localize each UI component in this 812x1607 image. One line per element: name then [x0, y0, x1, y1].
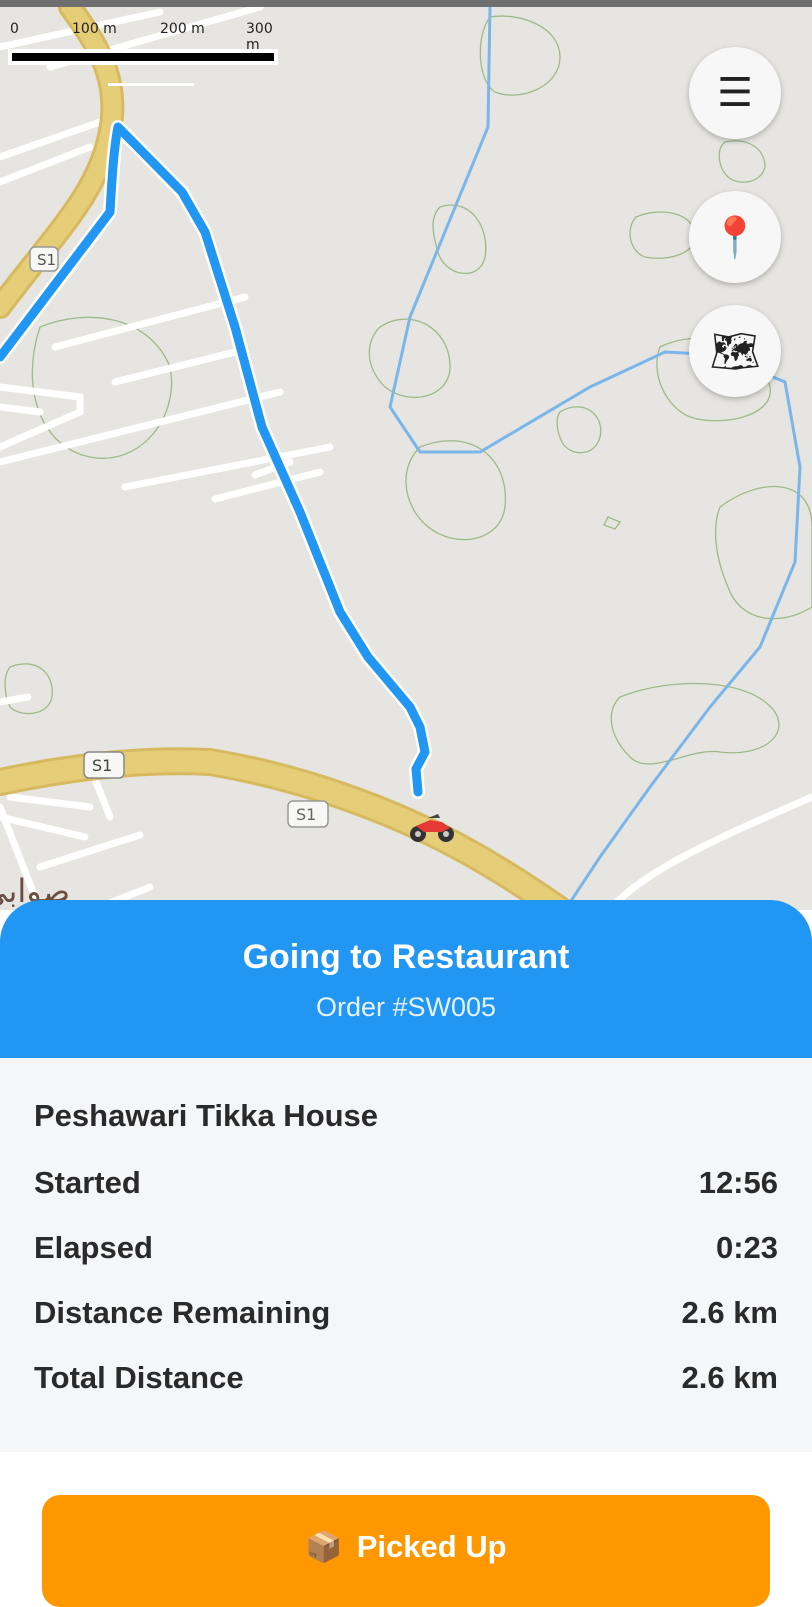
scale-segment [108, 83, 194, 86]
detail-label: Total Distance [34, 1360, 244, 1395]
map-boundaries [388, 7, 802, 910]
detail-row-total-distance: Total Distance 2.6 km [34, 1360, 778, 1400]
scale-label: 100 m [72, 21, 117, 37]
detail-value: 0:23 [715, 1230, 778, 1265]
detail-value: 2.6 km [681, 1360, 778, 1395]
scale-fill [12, 53, 274, 61]
detail-row-elapsed: Elapsed 0:23 [34, 1230, 778, 1270]
detail-row-distance-remaining: Distance Remaining 2.6 km [34, 1295, 778, 1335]
map-pin-icon: 📍 [710, 214, 760, 261]
menu-button[interactable]: ☰ [689, 47, 781, 139]
picked-up-label: Picked Up [356, 1529, 507, 1564]
status-strip [0, 0, 812, 7]
package-icon: 📦 [305, 1529, 343, 1565]
trip-status-header: Going to Restaurant Order #SW005 [0, 900, 812, 1058]
road-shield-label: S1 [37, 251, 56, 269]
order-number: Order #SW005 [315, 992, 497, 1022]
detail-label: Distance Remaining [34, 1295, 331, 1330]
road-shield-label: S1 [296, 805, 316, 824]
menu-icon: ☰ [717, 70, 753, 116]
map-scale-bar: 0 100 m 200 m 300 m [8, 19, 278, 86]
map-canvas: S1 S1 S1 صوابی شہر [0, 7, 812, 910]
trip-status-title: Going to Restaurant [242, 938, 570, 976]
road-shields: S1 S1 S1 [29, 246, 329, 828]
detail-row-started: Started 12:56 [34, 1165, 778, 1205]
trip-details-panel: Peshawari Tikka House Started 12:56 Elap… [0, 1058, 812, 1452]
picked-up-button[interactable]: 📦 Picked Up [42, 1495, 770, 1607]
detail-value: 12:56 [698, 1165, 778, 1200]
detail-label: Started [34, 1165, 141, 1200]
detail-label: Elapsed [34, 1230, 153, 1265]
map-view[interactable]: S1 S1 S1 صوابی شہر 0 100 m 200 m 300 m [0, 7, 812, 910]
detail-value: 2.6 km [681, 1295, 778, 1330]
scale-label: 200 m [160, 21, 205, 37]
road-shield-label: S1 [92, 756, 112, 775]
restaurant-name: Peshawari Tikka House [34, 1098, 379, 1133]
scale-label: 0 [10, 21, 19, 37]
map-icon: 🗺 [709, 328, 761, 375]
map-layers-button[interactable]: 🗺 [689, 305, 781, 397]
my-location-button[interactable]: 📍 [689, 191, 781, 283]
scale-track [8, 49, 278, 86]
